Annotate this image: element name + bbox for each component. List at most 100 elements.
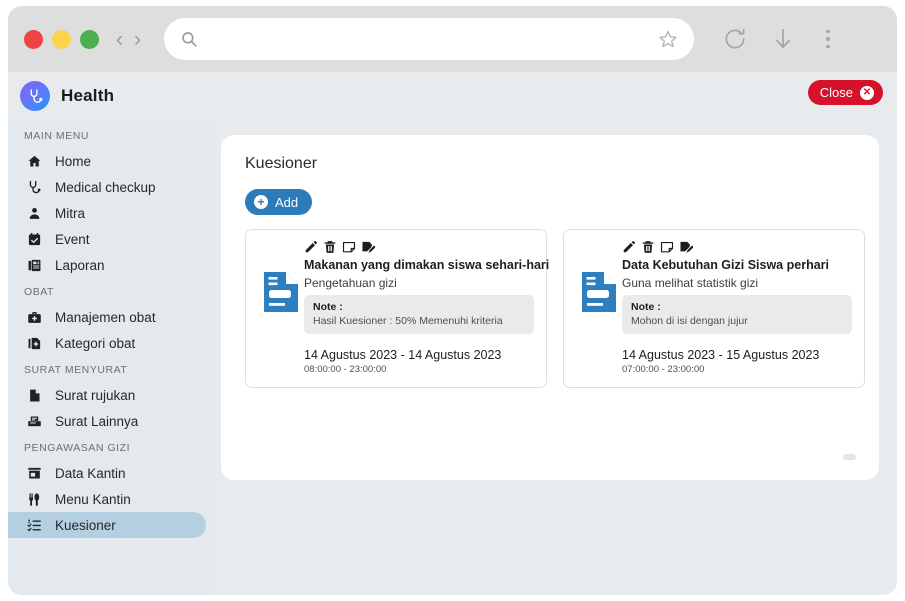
trash-icon[interactable] [323,240,337,254]
trash-icon[interactable] [641,240,655,254]
navigation-arrows: ‹ › [113,29,144,50]
panel-title: Kuesioner [245,155,318,172]
sidebar-item-label: Surat Lainnya [55,413,139,429]
stethoscope-icon [26,180,43,195]
sidebar-item-label: Surat rujukan [55,387,136,403]
note-label: Note : [631,300,661,313]
note-text: Mohon di isi dengan jujur [631,314,748,327]
add-button[interactable]: + Add [245,189,313,215]
horizontal-scrollbar-thumb[interactable] [843,454,856,460]
sidebar-item-label: Medical checkup [55,179,156,195]
download-icon[interactable] [770,26,796,52]
sidebar-section-label-obat: OBAT [24,286,55,298]
stethoscope-icon [20,81,50,111]
add-button-label: Add [275,194,299,210]
browser-toolbar: ‹ › [8,6,897,72]
sidebar-item-label: Data Kantin [55,465,126,481]
address-bar[interactable] [164,18,694,60]
sidebar-section-label-main-menu: MAIN MENU [24,130,90,142]
window-controls [24,29,99,49]
close-button[interactable]: Close ✕ [807,80,883,105]
card-actions [622,240,852,254]
close-button-label: Close [819,85,853,100]
page-title: Health [61,86,115,105]
fax-icon [26,414,43,429]
content-panel: Kuesioner + Add Makanan yang dimakan sis… [221,135,879,480]
card-time-range: 07:00:00 - 23:00:00 [622,363,705,375]
sidebar-item-label: Event [55,231,90,247]
calendar-check-icon [26,232,43,247]
file-icon [26,388,43,403]
newspaper-icon [26,258,43,273]
file-medical-icon [26,336,43,351]
sidebar-section-label-surat-menyurat: SURAT MENYURAT [24,364,128,376]
sidebar-item-manajemen-obat[interactable]: Manajemen obat [8,304,206,330]
card-body: Data Kebutuhan Gizi Siswa perhari Guna m… [622,240,852,375]
toolbar-actions [722,26,838,52]
close-window-button[interactable] [24,29,43,49]
note-label: Note : [313,300,343,313]
edit-document-icon[interactable] [679,240,693,254]
note-icon[interactable] [660,240,674,254]
user-icon [26,206,43,221]
questionnaire-card[interactable]: Makanan yang dimakan siswa sehari-hari P… [245,229,550,388]
close-circle-icon: ✕ [860,85,874,100]
sidebar: MAIN MENU Home Medical checkup Mitra Eve… [8,120,214,595]
plus-circle-icon: + [254,195,268,209]
card-title: Data Kebutuhan Gizi Siswa perhari [622,258,829,272]
sidebar-item-surat-rujukan[interactable]: Surat rujukan [8,382,206,408]
card-note: Note : Mohon di isi dengan jujur [622,294,852,334]
sidebar-item-home[interactable]: Home [8,148,206,174]
sidebar-item-laporan[interactable]: Laporan [8,252,206,278]
edit-document-icon[interactable] [361,240,375,254]
sidebar-item-mitra[interactable]: Mitra [8,200,206,226]
card-title: Makanan yang dimakan siswa sehari-hari [304,258,550,272]
forward-button[interactable]: › [131,29,144,50]
sidebar-item-kategori-obat[interactable]: Kategori obat [8,330,206,356]
app-viewport: Health Close ✕ MAIN MENU Home Medical ch… [8,72,897,595]
sidebar-item-label: Menu Kantin [55,491,131,507]
document-icon [576,240,622,375]
card-date-range: 14 Agustus 2023 - 14 Agustus 2023 [304,347,502,362]
back-button[interactable]: ‹ [113,29,126,50]
menu-kebab-icon[interactable] [818,28,838,51]
briefcase-medical-icon [26,310,43,325]
card-date-range: 14 Agustus 2023 - 15 Agustus 2023 [622,347,820,362]
sidebar-item-label: Kategori obat [55,335,136,351]
sidebar-item-event[interactable]: Event [8,226,206,252]
brand: Health [20,81,114,111]
reload-icon[interactable] [722,26,748,52]
sidebar-item-label: Home [55,153,92,169]
questionnaire-card-list: Makanan yang dimakan siswa sehari-hari P… [221,215,879,388]
edit-pencil-icon[interactable] [622,240,636,254]
sidebar-item-label: Kuesioner [55,517,116,533]
card-subtitle: Pengetahuan gizi [304,275,397,290]
sidebar-item-medical-checkup[interactable]: Medical checkup [8,174,206,200]
sidebar-item-label: Laporan [55,257,105,273]
sidebar-item-label: Manajemen obat [55,309,156,325]
sidebar-item-surat-lainnya[interactable]: Surat Lainnya [8,408,206,434]
card-actions [304,240,534,254]
sidebar-item-label: Mitra [55,205,85,221]
sidebar-item-data-kantin[interactable]: Data Kantin [8,460,206,486]
sidebar-section-label-pengawasan-gizi: PENGAWASAN GIZI [24,442,131,454]
search-icon [182,32,197,47]
card-time-range: 08:00:00 - 23:00:00 [304,363,387,375]
maximize-window-button[interactable] [80,29,99,49]
document-icon [258,240,304,375]
address-input[interactable] [208,31,658,47]
minimize-window-button[interactable] [52,29,71,49]
note-text: Hasil Kuesioner : 50% Memenuhi kriteria [313,314,503,327]
card-subtitle: Guna melihat statistik gizi [622,275,759,290]
app-header: Health Close ✕ [8,72,897,120]
sidebar-item-menu-kantin[interactable]: Menu Kantin [8,486,206,512]
home-icon [26,154,43,169]
sidebar-item-kuesioner[interactable]: Kuesioner [8,512,206,538]
star-icon[interactable] [658,29,678,49]
questionnaire-card[interactable]: Data Kebutuhan Gizi Siswa perhari Guna m… [563,229,865,388]
edit-pencil-icon[interactable] [304,240,318,254]
list-check-icon [26,518,43,533]
note-icon[interactable] [342,240,356,254]
card-note: Note : Hasil Kuesioner : 50% Memenuhi kr… [304,294,534,334]
card-body: Makanan yang dimakan siswa sehari-hari P… [304,240,550,375]
